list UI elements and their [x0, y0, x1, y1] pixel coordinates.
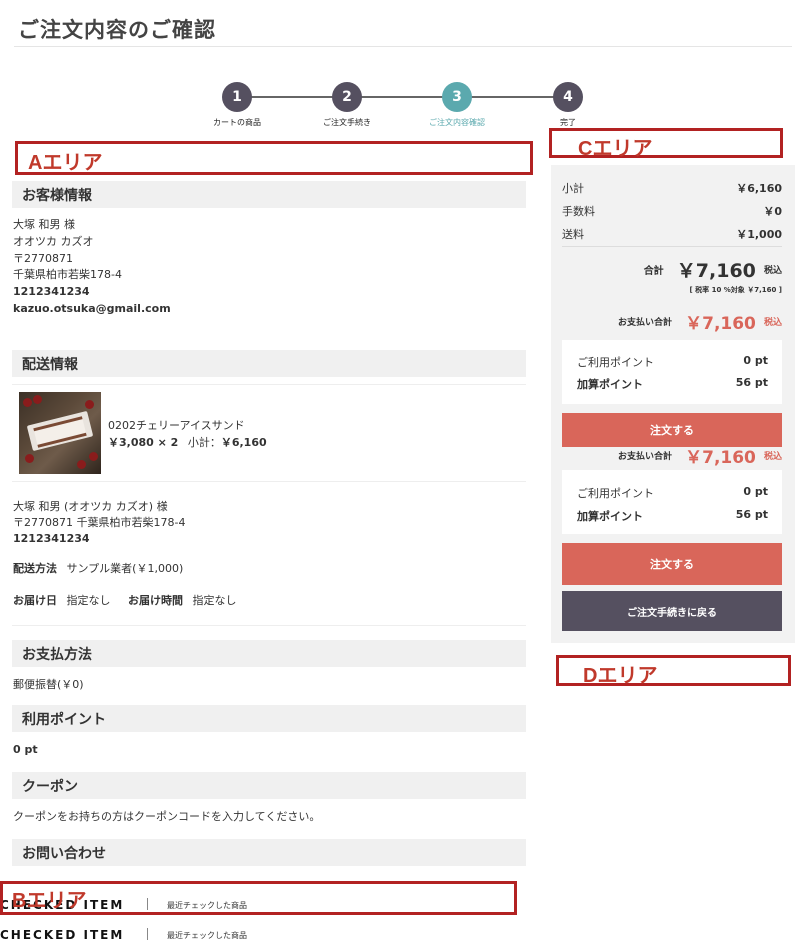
shipping-divider-top: [12, 384, 526, 385]
annotation-c-label: Cエリア: [578, 138, 653, 160]
summary-fee-label: 手数料: [562, 205, 595, 218]
summary-total-label: 合計: [643, 266, 664, 277]
product-price-row: ￥3,080 × 2 小計：￥6,160: [108, 434, 267, 451]
pay-total-1: ￥7,160: [685, 314, 756, 334]
summary-subtotal-label: 小計: [562, 182, 584, 195]
shipping-divider-bottom: [12, 625, 526, 626]
annotation-a-label: Aエリア: [28, 152, 103, 174]
recipient-phone: 1212341234: [13, 532, 90, 545]
back-to-checkout-button[interactable]: ご注文手続きに戻る: [562, 591, 782, 631]
step-3-label: ご注文内容確認: [429, 118, 485, 127]
product-price: ￥3,080 × 2: [108, 436, 179, 449]
summary-tax-note: [ 税率 10 %対象 ￥7,160 ]: [689, 286, 782, 294]
step-2-label: ご注文手続き: [323, 118, 371, 127]
checked-item-separator-repeat: [147, 928, 148, 940]
coupon-heading: クーポン: [12, 772, 526, 799]
coupon-text: クーポンをお持ちの方はクーポンコードを入力してください。: [13, 810, 321, 823]
customer-zip: 〒2770871: [13, 252, 73, 265]
summary-total-row: 合計 ￥7,160 税込: [562, 256, 782, 283]
step-4-label: 完了: [560, 118, 576, 127]
points-value: 0 pt: [13, 743, 38, 756]
delivery-time-label: お届け時間: [128, 594, 183, 607]
summary-subtotal: ￥6,160: [736, 182, 782, 195]
annotation-b-label: Bエリア: [12, 890, 87, 912]
used-points-label-2: ご利用ポイント: [577, 487, 654, 500]
pay-total-2: ￥7,160: [685, 448, 756, 468]
used-points-2: 0 pt: [743, 485, 768, 498]
step-2-circle: 2: [332, 82, 362, 112]
shipping-method-value: サンプル業者(￥1,000): [66, 562, 184, 575]
summary-tax-incl: 税込: [763, 266, 782, 276]
add-points-1: 56 pt: [735, 376, 768, 389]
used-points-label-1: ご利用ポイント: [577, 356, 654, 369]
customer-phone: 1212341234: [13, 285, 90, 298]
pay-total-row-2: お支払い合計 ￥7,160 税込: [562, 443, 782, 468]
shipping-method-label: 配送方法: [13, 562, 57, 575]
customer-kana: オオツカ カズオ: [13, 235, 94, 248]
delivery-row: お届け日 指定なし お届け時間 指定なし: [13, 592, 237, 609]
product-subtotal: ￥6,160: [220, 436, 267, 449]
step-3-circle: 3: [442, 82, 472, 112]
product-image: [19, 392, 101, 474]
points-box-2: [562, 470, 782, 534]
delivery-date-value: 指定なし: [66, 594, 111, 607]
customer-address: 千葉県柏市若柴178-4: [13, 268, 122, 281]
title-divider: [14, 46, 792, 47]
annotation-d-label: Dエリア: [583, 665, 658, 687]
page-title: ご注文内容のご確認: [18, 18, 216, 42]
delivery-time-value: 指定なし: [192, 594, 237, 607]
product-subtotal-label: 小計：: [187, 436, 221, 449]
points-heading: 利用ポイント: [12, 705, 526, 732]
recipient-address: 〒2770871 千葉県柏市若柴178-4: [13, 516, 186, 529]
customer-name: 大塚 和男 様: [13, 218, 75, 231]
checked-item-title-repeat: CHECKED ITEM: [0, 928, 125, 942]
pay-total-label-2: お支払い合計: [618, 452, 673, 462]
pay-total-tax-2: 税込: [763, 452, 782, 462]
customer-email: kazuo.otsuka@gmail.com: [13, 302, 171, 315]
pay-total-label-1: お支払い合計: [618, 318, 673, 328]
payment-value: 郵便振替(￥0): [13, 678, 84, 691]
summary-shipping-label: 送料: [562, 228, 584, 241]
used-points-1: 0 pt: [743, 354, 768, 367]
step-4-circle: 4: [553, 82, 583, 112]
summary-total: ￥7,160: [676, 260, 756, 282]
payment-heading: お支払方法: [12, 640, 526, 667]
points-box-1: [562, 340, 782, 404]
add-points-label-1: 加算ポイント: [577, 378, 643, 391]
shipping-method-row: 配送方法 サンプル業者(￥1,000): [13, 560, 183, 577]
pay-total-tax-1: 税込: [763, 318, 782, 328]
summary-divider: [562, 246, 782, 247]
step-1-circle: 1: [222, 82, 252, 112]
shipping-heading: 配送情報: [12, 350, 526, 377]
checked-item-subtitle-repeat: 最近チェックした商品: [167, 931, 247, 940]
recipient-name: 大塚 和男 (オオツカ カズオ) 様: [13, 500, 168, 513]
product-name: 0202チェリーアイスサンド: [108, 419, 245, 432]
shipping-divider-mid: [12, 481, 526, 482]
delivery-date-label: お届け日: [13, 594, 57, 607]
order-button-2[interactable]: 注文する: [562, 543, 782, 585]
contact-heading: お問い合わせ: [12, 839, 526, 866]
add-points-label-2: 加算ポイント: [577, 510, 643, 523]
add-points-2: 56 pt: [735, 508, 768, 521]
pay-total-row-1: お支払い合計 ￥7,160 税込: [562, 309, 782, 334]
step-1-label: カートの商品: [213, 118, 261, 127]
stepper-line: [237, 96, 569, 98]
order-button-1[interactable]: 注文する: [562, 413, 782, 447]
summary-shipping: ￥1,000: [736, 228, 782, 241]
summary-fee: ￥0: [763, 205, 782, 218]
customer-heading: お客様情報: [12, 181, 526, 208]
